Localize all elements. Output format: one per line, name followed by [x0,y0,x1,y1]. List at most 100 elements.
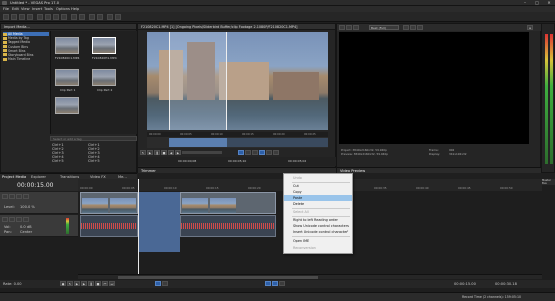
volume-value[interactable]: 0.0 dB [20,225,32,229]
video-clip[interactable] [80,192,138,214]
clip-thumbnail [182,198,208,213]
envelope-tool-icon[interactable] [115,14,121,20]
open-icon[interactable] [11,14,17,20]
playhead[interactable] [138,179,139,274]
paste-icon[interactable] [61,14,67,20]
play-icon[interactable]: ▶ [81,281,87,286]
preview-menu-icon[interactable]: ≡ [527,25,533,30]
overlays-icon[interactable] [403,25,409,30]
ripple-icon[interactable] [97,14,103,20]
menu-file[interactable]: File [3,7,9,11]
menu-insert[interactable]: Insert [32,7,42,11]
pan-value[interactable]: Center [20,230,32,234]
solo-icon[interactable] [23,194,29,199]
menu-item-undo[interactable]: Undo [284,175,352,181]
overwrite-icon[interactable] [266,150,272,155]
audio-track-header[interactable]: Vol: 0.0 dB Pan: Center [0,215,78,237]
media-thumbnail[interactable] [92,69,116,86]
cut-icon[interactable] [45,14,51,20]
media-thumbnail[interactable] [55,37,79,54]
solo-icon[interactable] [23,217,29,222]
pause-icon[interactable]: ❚ [154,150,160,155]
audio-clip[interactable] [80,215,138,237]
play-icon[interactable]: ▶ [147,150,153,155]
record-icon[interactable]: ● [60,281,66,286]
preview-quality-select[interactable]: Best (Full) [369,25,399,30]
snap-icon[interactable] [265,281,271,286]
pause-icon[interactable]: ❚ [88,281,94,286]
next-frame-icon[interactable]: ▶ [175,150,181,155]
edit-tool-icon[interactable] [107,14,113,20]
tab-trimmer[interactable]: Trimmer [141,169,156,173]
loop-icon[interactable]: ↻ [140,150,146,155]
redo-icon[interactable] [79,14,85,20]
trim-selection[interactable] [169,32,227,130]
external-monitor-icon[interactable] [346,25,352,30]
track-fx-icon[interactable] [9,217,15,222]
menu-help[interactable]: Help [71,7,79,11]
split-icon[interactable] [162,281,168,286]
marker-icon[interactable] [273,150,279,155]
loop-icon[interactable]: ↻ [67,281,73,286]
menu-item-open-ime[interactable]: Open IME [284,238,352,244]
menu-view[interactable]: View [21,7,30,11]
trimmer-settings-icon[interactable] [252,150,258,155]
preview-tabs: Video Preview [337,167,542,173]
tag-input[interactable]: Select or add a tag [50,136,137,141]
media-thumbnail[interactable] [55,69,79,86]
new-icon[interactable] [3,14,9,20]
add-subclip-icon[interactable] [245,150,251,155]
snapping-icon[interactable] [89,14,95,20]
display-value: 341x192x32 [449,152,467,156]
video-clip[interactable] [180,192,276,214]
undo-icon[interactable] [71,14,77,20]
timeline-scrollbar[interactable] [78,274,542,279]
insert-icon[interactable] [259,150,265,155]
media-thumbnail[interactable] [55,97,79,114]
edit-tool-icon[interactable] [155,281,161,286]
shuttle-slider[interactable] [182,151,222,154]
track-motion-icon[interactable] [2,194,8,199]
arm-record-icon[interactable] [2,217,8,222]
menu-options[interactable]: Options [56,7,70,11]
media-thumbnail[interactable] [92,37,116,54]
selection-end: 00:00:30.18 [495,282,517,286]
mute-icon[interactable] [16,217,22,222]
menu-item-delete[interactable]: Delete [284,201,352,207]
scroll-thumb[interactable] [118,276,318,279]
menu-tools[interactable]: Tools [44,7,53,11]
menu-item-insert-unicode[interactable]: Insert Unicode control character [284,229,352,235]
master-bus-tab[interactable]: Master Bus [542,179,555,185]
audio-clip[interactable] [180,215,276,237]
go-to-start-icon[interactable]: ⏮ [102,281,108,286]
save-snapshot-icon[interactable] [417,25,423,30]
prev-frame-icon[interactable]: ◀ [168,150,174,155]
auto-crossfade-icon[interactable] [272,281,278,286]
level-value[interactable]: 100.0 % [20,205,35,209]
menu-item-reconversion[interactable]: Reconversion [284,245,352,251]
time-selection[interactable] [138,192,180,252]
render-icon[interactable] [27,14,33,20]
copy-snapshot-icon[interactable] [410,25,416,30]
add-to-timeline-icon[interactable] [238,150,244,155]
trimmer-timeline[interactable]: 00:00:00 00:00:05 00:00:10 00:00:15 00:0… [147,132,328,148]
track-fx-icon[interactable] [9,194,15,199]
ripple-edit-icon[interactable] [279,281,285,286]
video-track-header[interactable]: Level: 100.0 % [0,192,78,214]
properties-icon[interactable] [37,14,43,20]
go-to-end-icon[interactable]: ⏭ [109,281,115,286]
menu-edit[interactable]: Edit [12,7,19,11]
shortcut-tag: Ctrl+5 [88,159,100,163]
copy-icon[interactable] [53,14,59,20]
fx-icon[interactable] [353,25,359,30]
stop-icon[interactable]: ■ [95,281,101,286]
mute-icon[interactable] [16,194,22,199]
stop-icon[interactable]: ■ [161,150,167,155]
play-from-start-icon[interactable]: ▶ [74,281,80,286]
main-toolbar [0,12,555,22]
trim-region[interactable] [169,138,227,147]
save-icon[interactable] [19,14,25,20]
menu-item-select-all[interactable]: Select All [284,209,352,215]
tree-item[interactable]: Main Timeline [3,57,49,61]
project-properties-icon[interactable] [339,25,345,30]
